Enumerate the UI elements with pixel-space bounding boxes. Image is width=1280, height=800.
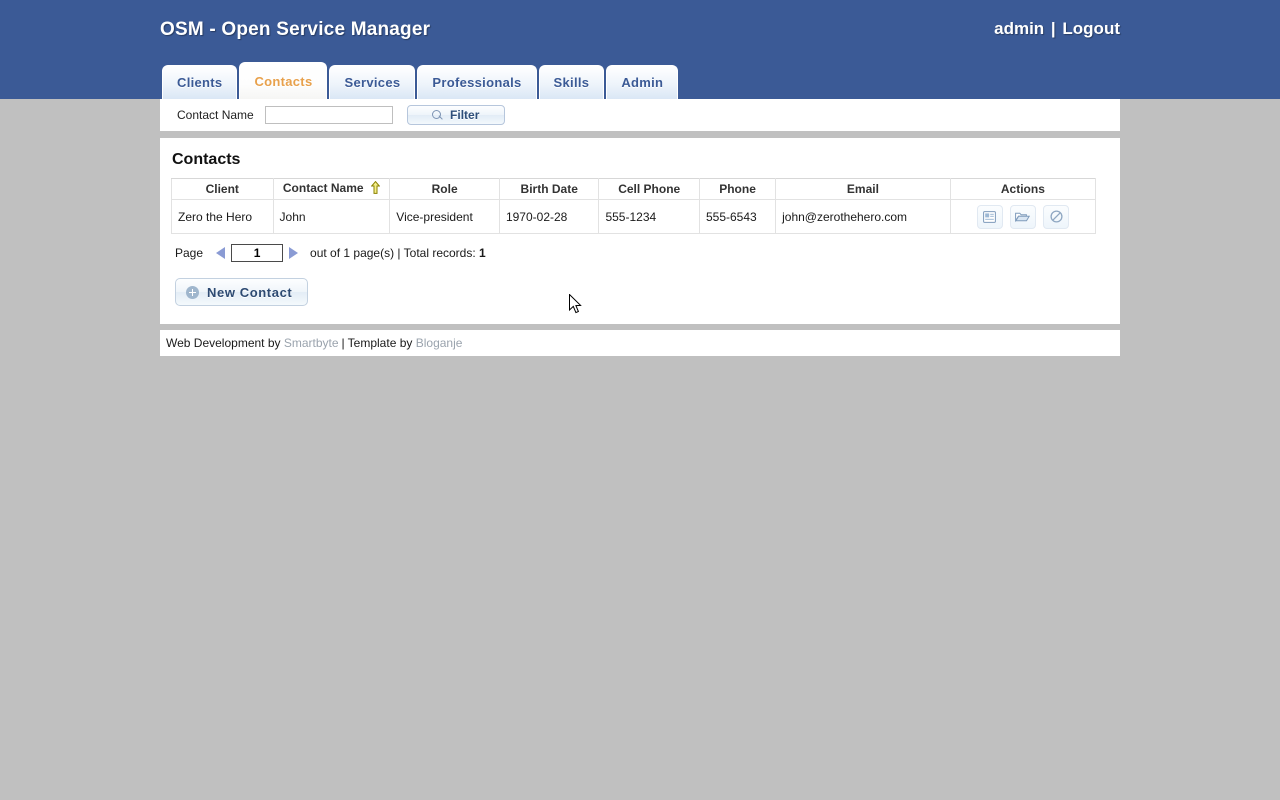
filter-button-label: Filter xyxy=(450,108,479,122)
filter-name-label: Contact Name xyxy=(177,108,254,122)
column-header-email[interactable]: Email xyxy=(776,179,951,200)
contacts-table: Client Contact Name Role xyxy=(171,178,1096,234)
column-header-role[interactable]: Role xyxy=(390,179,500,200)
panel-gap xyxy=(160,131,1120,138)
open-folder-icon[interactable] xyxy=(1010,205,1036,229)
column-header-phone-label: Phone xyxy=(719,182,756,196)
footer-text-before: Web Development by xyxy=(166,336,281,350)
pager-summary-prefix: out of 1 page(s) | Total records: xyxy=(310,246,479,260)
tab-services-label: Services xyxy=(344,75,400,90)
cell-cell-phone: 555-1234 xyxy=(599,200,700,234)
page-footer: Web Development by Smartbyte|Template by… xyxy=(160,330,1120,356)
search-icon xyxy=(432,110,443,121)
username-label: admin xyxy=(994,19,1044,38)
app-header: OSM - Open Service Manager admin | Logou… xyxy=(0,0,1280,99)
filter-button[interactable]: Filter xyxy=(407,105,505,125)
app-title: OSM - Open Service Manager xyxy=(160,19,430,41)
previous-page-icon[interactable] xyxy=(216,247,225,259)
pagination-bar: Page out of 1 page(s) | Total records: 1 xyxy=(171,244,1103,262)
cell-phone: 555-6543 xyxy=(699,200,775,234)
tab-clients-label: Clients xyxy=(177,75,222,90)
cell-email: john@zerothehero.com xyxy=(776,200,951,234)
contacts-panel: Contacts Client Contact Name xyxy=(160,138,1120,324)
footer-separator: | xyxy=(339,336,348,350)
column-header-contact-name-label: Contact Name xyxy=(283,181,364,195)
tab-admin[interactable]: Admin xyxy=(606,65,678,99)
cell-client[interactable]: Zero the Hero xyxy=(172,200,274,234)
tab-contacts[interactable]: Contacts xyxy=(239,62,327,99)
contact-name-filter-input[interactable] xyxy=(265,106,393,124)
column-header-client[interactable]: Client xyxy=(172,179,274,200)
footer-text-middle: Template by xyxy=(348,336,413,350)
new-contact-button[interactable]: New Contact xyxy=(175,278,308,306)
column-header-client-label: Client xyxy=(206,182,239,196)
sort-ascending-icon xyxy=(371,181,380,197)
logout-link[interactable]: Logout xyxy=(1062,19,1120,38)
tab-skills-label: Skills xyxy=(554,75,590,90)
page-number-input[interactable] xyxy=(231,244,283,262)
tab-clients[interactable]: Clients xyxy=(162,65,237,99)
new-contact-button-label: New Contact xyxy=(207,285,292,300)
contact-card-icon[interactable] xyxy=(977,205,1003,229)
tab-contacts-label: Contacts xyxy=(254,74,312,89)
tab-admin-label: Admin xyxy=(621,75,663,90)
plus-circle-icon xyxy=(186,286,199,299)
column-header-actions: Actions xyxy=(950,179,1095,200)
disable-icon[interactable] xyxy=(1043,205,1069,229)
tab-skills[interactable]: Skills xyxy=(539,65,605,99)
page-title: Contacts xyxy=(172,151,1103,169)
column-header-contact-name[interactable]: Contact Name xyxy=(273,179,390,200)
page-content-column: Contact Name Filter Contacts xyxy=(160,99,1120,356)
user-session-area: admin | Logout xyxy=(994,19,1120,39)
main-navigation-tabs: Clients Contacts Services Professionals … xyxy=(162,62,680,99)
column-header-actions-label: Actions xyxy=(1001,182,1045,196)
cell-contact-name: John xyxy=(273,200,390,234)
table-row: Zero the Hero John Vice-president 1970-0… xyxy=(172,200,1096,234)
table-header-row: Client Contact Name Role xyxy=(172,179,1096,200)
column-header-birth-date-label: Birth Date xyxy=(521,182,578,196)
user-separator: | xyxy=(1049,19,1058,38)
cell-birth-date: 1970-02-28 xyxy=(499,200,599,234)
cell-role: Vice-president xyxy=(390,200,500,234)
pager-total-records: 1 xyxy=(479,246,486,260)
tab-professionals[interactable]: Professionals xyxy=(417,65,536,99)
column-header-role-label: Role xyxy=(432,182,458,196)
column-header-email-label: Email xyxy=(847,182,879,196)
next-page-icon[interactable] xyxy=(289,247,298,259)
smartbyte-link[interactable]: Smartbyte xyxy=(284,336,339,350)
pager-summary: out of 1 page(s) | Total records: 1 xyxy=(310,246,486,260)
bloganje-link[interactable]: Bloganje xyxy=(416,336,463,350)
column-header-birth-date[interactable]: Birth Date xyxy=(499,179,599,200)
pager-page-label: Page xyxy=(175,246,203,260)
column-header-phone[interactable]: Phone xyxy=(699,179,775,200)
column-header-cell-phone-label: Cell Phone xyxy=(618,182,680,196)
tab-services[interactable]: Services xyxy=(329,65,415,99)
column-header-cell-phone[interactable]: Cell Phone xyxy=(599,179,700,200)
filter-bar: Contact Name Filter xyxy=(160,99,1120,131)
tab-professionals-label: Professionals xyxy=(432,75,521,90)
cell-actions xyxy=(950,200,1095,234)
